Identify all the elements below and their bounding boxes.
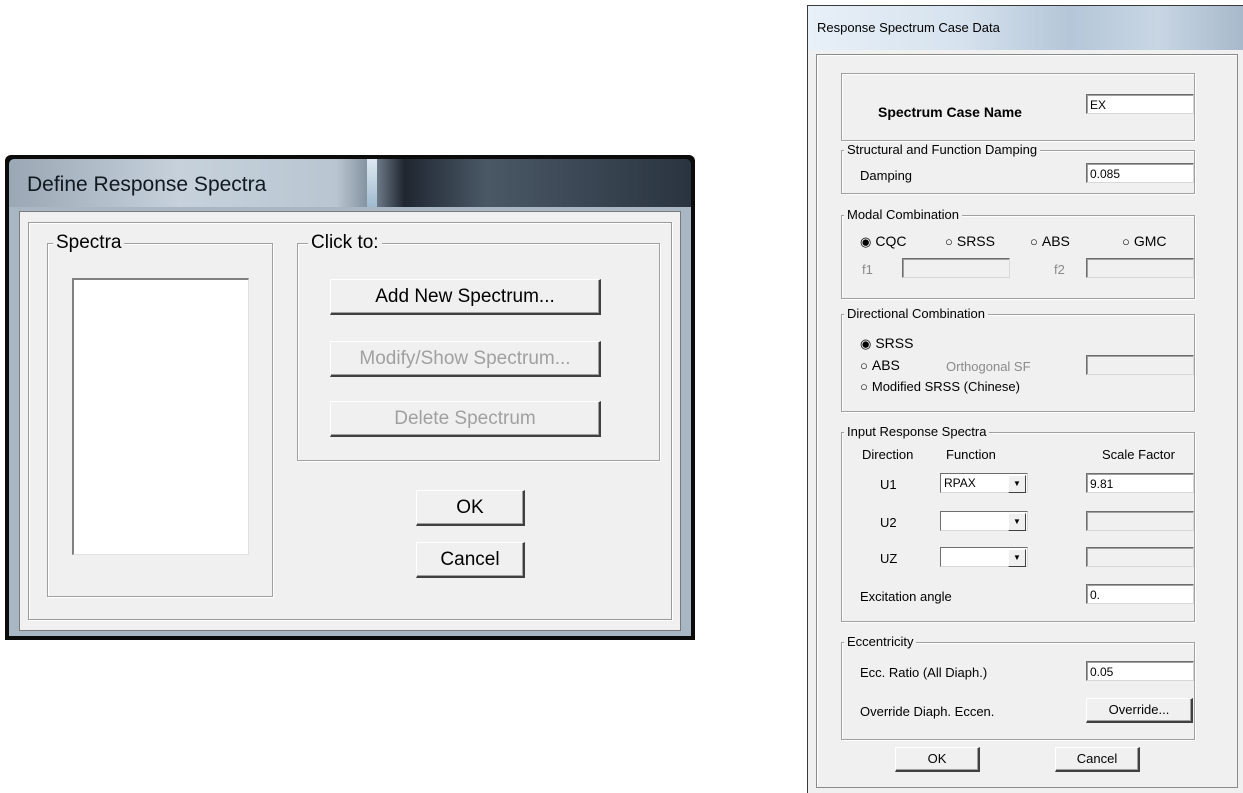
click-to-group: Click to: Add New Spectrum... Modify/Sho… (297, 232, 660, 461)
define-response-spectra-dialog: Define Response Spectra Spectra Click to… (5, 155, 695, 640)
dropdown-arrow-icon[interactable]: ▼ (1008, 549, 1026, 567)
dialog-client-area: Spectra Click to: Add New Spectrum... Mo… (19, 211, 681, 631)
override-button[interactable]: Override... (1086, 698, 1193, 723)
function-select-u1[interactable]: RPAX ▼ (940, 473, 1028, 493)
radio-unselected-icon: ○ (860, 358, 868, 373)
radio-srss-label: SRSS (956, 233, 995, 249)
dropdown-arrow-icon[interactable]: ▼ (1008, 475, 1026, 493)
eccentricity-group: Eccentricity Ecc. Ratio (All Diaph.) 0.0… (841, 634, 1195, 740)
dialog-inner-panel: Spectra Click to: Add New Spectrum... Mo… (28, 222, 672, 620)
modal-combination-label: Modal Combination (844, 207, 963, 222)
add-new-spectrum-button[interactable]: Add New Spectrum... (330, 279, 601, 315)
case-name-label: Spectrum Case Name (878, 104, 1022, 120)
directional-combination-group: Directional Combination ◉ SRSS ○ ABS Ortho… (841, 306, 1195, 412)
dropdown-arrow-icon[interactable]: ▼ (1008, 513, 1026, 531)
damping-group: Structural and Function Damping Damping … (841, 142, 1195, 194)
function-select-value: RPAX (944, 476, 976, 490)
function-select-u2[interactable]: ▼ (940, 511, 1028, 531)
radio-dir-srss-label: SRSS (875, 335, 914, 351)
dialog-title: Define Response Spectra (27, 173, 267, 196)
cancel-button[interactable]: Cancel (416, 542, 525, 578)
ok-button[interactable]: OK (895, 747, 980, 772)
radio-unselected-icon: ○ (860, 379, 868, 394)
f2-input[interactable] (1086, 258, 1194, 278)
modal-combination-group: Modal Combination ◉ CQC ○ SRSS ○ ABS ○ GMC f… (841, 207, 1195, 299)
scale-factor-input-u1[interactable]: 9.81 (1086, 473, 1194, 493)
spectra-group-label: Spectra (53, 232, 125, 254)
column-scale-factor: Scale Factor (1102, 447, 1175, 462)
radio-dir-modified-srss[interactable]: ○ Modified SRSS (Chinese) (860, 379, 1020, 394)
ecc-ratio-label: Ecc. Ratio (All Diaph.) (860, 665, 988, 680)
damping-input[interactable]: 0.085 (1086, 163, 1194, 183)
radio-dir-abs-label: ABS (871, 357, 900, 373)
f2-label: f2 (1054, 262, 1065, 277)
radio-unselected-icon: ○ (1030, 234, 1038, 249)
radio-gmc-label: GMC (1133, 233, 1167, 249)
radio-unselected-icon: ○ (945, 234, 953, 249)
scale-factor-input-uz[interactable] (1086, 547, 1194, 567)
radio-selected-icon: ◉ (860, 234, 872, 249)
spectra-group: Spectra (47, 232, 273, 597)
function-select-uz[interactable]: ▼ (940, 547, 1028, 567)
radio-unselected-icon: ○ (1122, 234, 1130, 249)
radio-dir-modified-srss-label: Modified SRSS (Chinese) (871, 379, 1020, 394)
scale-factor-input-u2[interactable] (1086, 511, 1194, 531)
title-bar[interactable]: Define Response Spectra (9, 159, 691, 211)
row-direction: U2 (880, 515, 897, 530)
radio-srss[interactable]: ○ SRSS (945, 233, 995, 249)
dialog-title: Response Spectrum Case Data (817, 20, 1000, 35)
f1-label: f1 (862, 262, 873, 277)
case-name-group: Spectrum Case Name EX (841, 73, 1195, 141)
orthogonal-sf-label: Orthogonal SF (946, 359, 1031, 374)
radio-abs-label: ABS (1041, 233, 1070, 249)
radio-cqc[interactable]: ◉ CQC (860, 233, 906, 250)
click-to-group-label: Click to: (308, 232, 382, 254)
ok-button[interactable]: OK (416, 490, 525, 526)
excitation-angle-input[interactable]: 0. (1086, 584, 1194, 604)
f1-input[interactable] (902, 258, 1010, 278)
directional-combination-label: Directional Combination (844, 306, 989, 321)
row-direction: U1 (880, 477, 897, 492)
input-response-spectra-label: Input Response Spectra (844, 424, 990, 439)
column-function: Function (946, 447, 996, 462)
title-bar-highlight (367, 159, 377, 211)
radio-selected-icon: ◉ (860, 336, 872, 351)
override-diaph-eccen-label: Override Diaph. Eccen. (860, 704, 995, 719)
dialog-client-area: Spectrum Case Name EX Structural and Fun… (816, 54, 1238, 788)
case-name-input[interactable]: EX (1086, 94, 1194, 114)
radio-abs[interactable]: ○ ABS (1030, 233, 1070, 249)
delete-spectrum-button[interactable]: Delete Spectrum (330, 401, 601, 437)
column-direction: Direction (862, 447, 914, 462)
ecc-ratio-input[interactable]: 0.05 (1086, 661, 1194, 681)
radio-cqc-label: CQC (875, 233, 907, 249)
cancel-button[interactable]: Cancel (1055, 747, 1140, 772)
radio-dir-srss[interactable]: ◉ SRSS (860, 335, 913, 352)
row-direction: UZ (880, 551, 898, 566)
input-response-spectra-group: Input Response Spectra Direction Functio… (841, 424, 1195, 622)
damping-label: Damping (860, 168, 913, 183)
modify-show-spectrum-button[interactable]: Modify/Show Spectrum... (330, 341, 601, 377)
eccentricity-label: Eccentricity (844, 634, 917, 649)
orthogonal-sf-input[interactable] (1086, 355, 1194, 375)
radio-dir-abs[interactable]: ○ ABS (860, 357, 900, 373)
spectra-list[interactable] (72, 278, 249, 555)
excitation-angle-label: Excitation angle (860, 589, 952, 604)
title-bar[interactable]: Response Spectrum Case Data (808, 6, 1243, 50)
damping-group-label: Structural and Function Damping (844, 142, 1041, 157)
radio-gmc[interactable]: ○ GMC (1122, 233, 1167, 249)
response-spectrum-case-data-dialog: Response Spectrum Case Data Spectrum Cas… (807, 5, 1243, 793)
